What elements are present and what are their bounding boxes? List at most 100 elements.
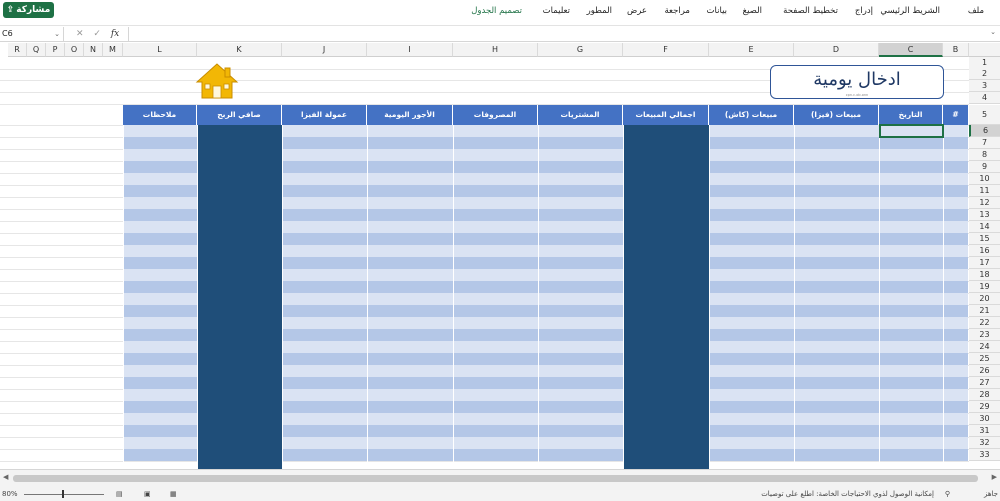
- row-header-16[interactable]: 16: [969, 245, 1000, 257]
- row-header-7[interactable]: 7: [969, 137, 1000, 149]
- share-button[interactable]: ⇪ مشاركة: [3, 2, 54, 18]
- tab-formulas[interactable]: الصيغ: [743, 6, 762, 16]
- table-header-cell[interactable]: ملاحظات: [123, 105, 197, 125]
- table-header-cell[interactable]: صافي الربح: [197, 105, 282, 125]
- tab-review[interactable]: مراجعة: [664, 6, 690, 16]
- table-header-cell[interactable]: المصروفات: [453, 105, 538, 125]
- row-header-18[interactable]: 18: [969, 269, 1000, 281]
- row-header-3[interactable]: 3: [969, 80, 1000, 92]
- row-header-2[interactable]: 2: [969, 68, 1000, 80]
- column-header-H[interactable]: H: [453, 43, 538, 57]
- row-header-12[interactable]: 12: [969, 197, 1000, 209]
- row-header-20[interactable]: 20: [969, 293, 1000, 305]
- row-header-8[interactable]: 8: [969, 149, 1000, 161]
- column-header-C[interactable]: C: [879, 43, 943, 57]
- scroll-left-icon[interactable]: ◀: [3, 473, 8, 481]
- column-header-F[interactable]: F: [623, 43, 709, 57]
- tab-help[interactable]: تعليمات: [543, 6, 570, 16]
- scrollbar-thumb[interactable]: [13, 475, 978, 482]
- row-header-30[interactable]: 30: [969, 413, 1000, 425]
- column-header-E[interactable]: E: [709, 43, 794, 57]
- check-icon[interactable]: ✓: [93, 29, 101, 39]
- row-header-17[interactable]: 17: [969, 257, 1000, 269]
- active-cell[interactable]: [879, 124, 944, 138]
- tab-table-design[interactable]: تصميم الجدول: [471, 6, 522, 16]
- tab-view[interactable]: عرض: [627, 6, 647, 16]
- accessibility-status[interactable]: إمكانية الوصول لذوي الاحتياجات الخاصة: ا…: [761, 490, 934, 498]
- accessibility-icon: ⚲: [944, 490, 950, 498]
- row-header-11[interactable]: 11: [969, 185, 1000, 197]
- column-header-G[interactable]: G: [538, 43, 623, 57]
- column-header-P[interactable]: P: [46, 43, 65, 57]
- tab-developer[interactable]: المطور: [587, 6, 612, 16]
- table-header-cell[interactable]: مبيعات (فيزا): [794, 105, 879, 125]
- highlighted-column-F[interactable]: [623, 125, 709, 469]
- page-break-view-icon[interactable]: ▤: [116, 490, 123, 498]
- sheet-title-box[interactable]: ادخال يومية cpn.c.ob.onn: [770, 65, 944, 99]
- zoom-slider[interactable]: [24, 494, 104, 495]
- row-header-15[interactable]: 15: [969, 233, 1000, 245]
- row-header-25[interactable]: 25: [969, 353, 1000, 365]
- home-icon[interactable]: [195, 62, 239, 100]
- column-header-O[interactable]: O: [65, 43, 84, 57]
- column-header-M[interactable]: M: [103, 43, 123, 57]
- cancel-icon[interactable]: ✕: [76, 29, 84, 39]
- gridline: [0, 461, 969, 462]
- normal-view-icon[interactable]: ▦: [170, 490, 177, 498]
- row-header-4[interactable]: 4: [969, 92, 1000, 104]
- column-header-K[interactable]: K: [197, 43, 282, 57]
- horizontal-scrollbar[interactable]: ◀ ▶: [0, 469, 1000, 487]
- row-header-13[interactable]: 13: [969, 209, 1000, 221]
- row-header-5[interactable]: 5: [969, 105, 1000, 125]
- column-header-N[interactable]: N: [84, 43, 103, 57]
- row-header-19[interactable]: 19: [969, 281, 1000, 293]
- formula-input[interactable]: [128, 27, 986, 41]
- select-all-corner[interactable]: [969, 43, 1000, 57]
- zoom-slider-knob[interactable]: [62, 490, 64, 498]
- row-header-29[interactable]: 29: [969, 401, 1000, 413]
- tab-insert[interactable]: إدراج: [855, 6, 873, 16]
- table-header-cell[interactable]: #: [943, 105, 969, 125]
- table-header-cell[interactable]: المشتريات: [538, 105, 623, 125]
- zoom-level[interactable]: 80%: [2, 490, 18, 498]
- column-header-L[interactable]: L: [123, 43, 197, 57]
- row-header-22[interactable]: 22: [969, 317, 1000, 329]
- row-header-33[interactable]: 33: [969, 449, 1000, 461]
- column-header-I[interactable]: I: [367, 43, 453, 57]
- column-header-Q[interactable]: Q: [27, 43, 46, 57]
- row-header-26[interactable]: 26: [969, 365, 1000, 377]
- highlighted-column-K[interactable]: [197, 125, 282, 469]
- row-header-10[interactable]: 10: [969, 173, 1000, 185]
- table-header-cell[interactable]: التاريخ: [879, 105, 943, 125]
- name-box[interactable]: C6 ⌄: [0, 27, 64, 41]
- column-header-D[interactable]: D: [794, 43, 879, 57]
- column-header-B[interactable]: B: [943, 43, 969, 57]
- row-header-32[interactable]: 32: [969, 437, 1000, 449]
- tab-page-layout[interactable]: تخطيط الصفحة: [783, 6, 838, 16]
- table-header-cell[interactable]: مبيعات (كاش): [709, 105, 794, 125]
- column-header-R[interactable]: R: [8, 43, 27, 57]
- row-header-27[interactable]: 27: [969, 377, 1000, 389]
- table-header-cell[interactable]: عمولة الفيزا: [282, 105, 367, 125]
- tab-data[interactable]: بيانات: [707, 6, 727, 16]
- page-layout-view-icon[interactable]: ▣: [144, 490, 151, 498]
- chevron-down-icon[interactable]: ⌄: [54, 27, 60, 41]
- table-column-divider: [709, 125, 710, 469]
- table-header-cell[interactable]: الأجور اليومية: [367, 105, 453, 125]
- row-header-28[interactable]: 28: [969, 389, 1000, 401]
- row-header-24[interactable]: 24: [969, 341, 1000, 353]
- table-header-cell[interactable]: اجمالي المبيعات: [623, 105, 709, 125]
- tab-home[interactable]: الشريط الرئيسي: [880, 6, 940, 16]
- row-header-31[interactable]: 31: [969, 425, 1000, 437]
- row-header-23[interactable]: 23: [969, 329, 1000, 341]
- row-header-9[interactable]: 9: [969, 161, 1000, 173]
- row-header-14[interactable]: 14: [969, 221, 1000, 233]
- table-column-divider: [879, 125, 880, 469]
- column-header-J[interactable]: J: [282, 43, 367, 57]
- row-header-21[interactable]: 21: [969, 305, 1000, 317]
- row-header-6[interactable]: 6: [969, 125, 1000, 137]
- tab-file[interactable]: ملف: [968, 6, 984, 16]
- scroll-right-icon[interactable]: ▶: [992, 473, 997, 481]
- insert-function-icon[interactable]: fx: [111, 29, 119, 39]
- expand-formula-bar-icon[interactable]: ⌄: [990, 28, 996, 36]
